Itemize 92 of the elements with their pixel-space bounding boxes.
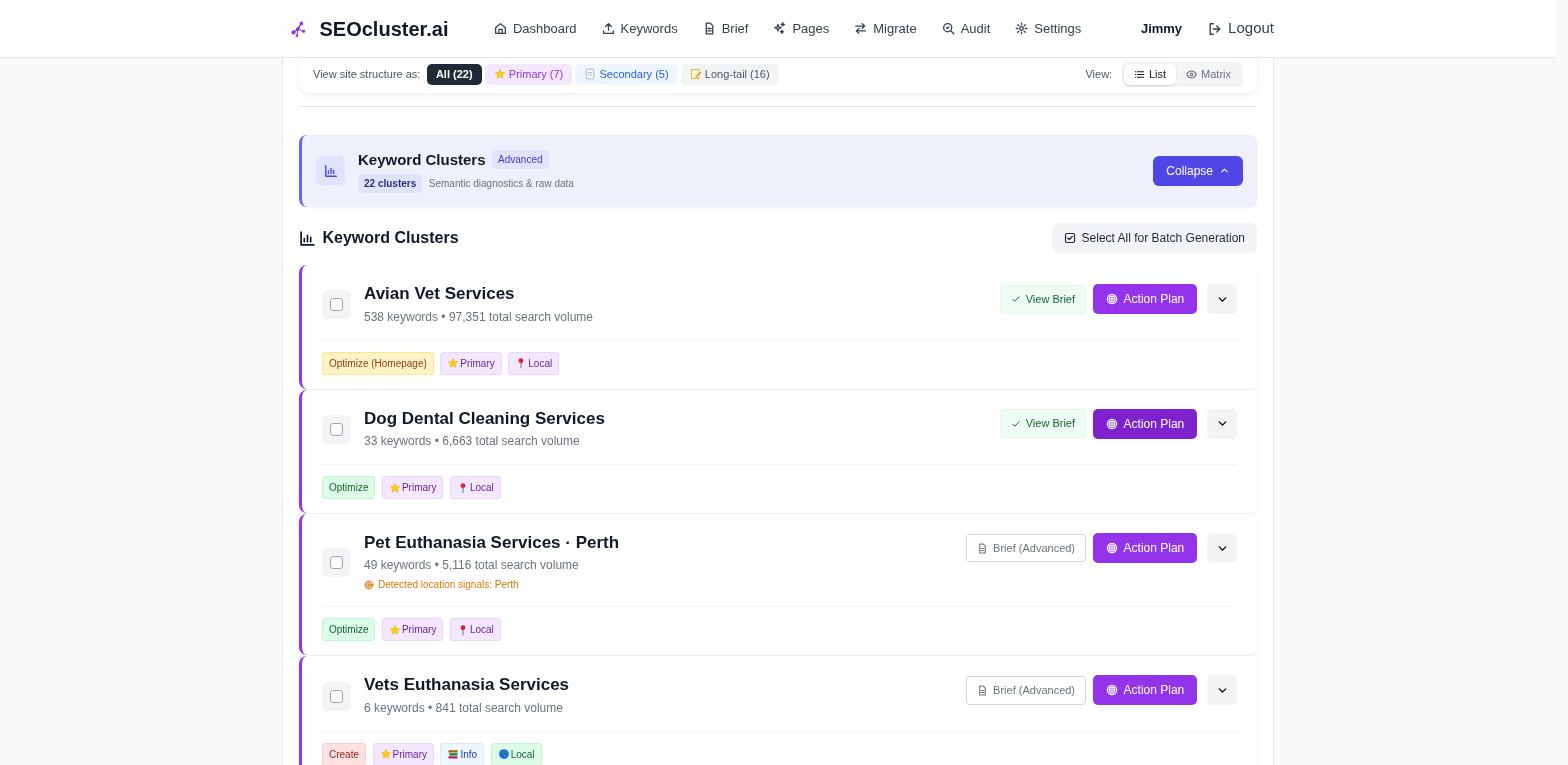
logout-link[interactable]: Logout xyxy=(1208,17,1274,40)
action-plan-button[interactable]: Action Plan xyxy=(1092,533,1198,564)
brief-button[interactable]: View Brief xyxy=(999,285,1087,314)
collapse-button[interactable]: Collapse xyxy=(1153,155,1243,186)
section-title: Keyword Clusters xyxy=(322,228,459,249)
cluster-tag: Primary xyxy=(381,476,444,500)
list-icon xyxy=(1133,68,1145,80)
view-option[interactable]: List xyxy=(1123,64,1177,85)
view-option[interactable]: Matrix xyxy=(1176,64,1241,85)
memo-icon xyxy=(689,68,702,81)
page-icon xyxy=(584,68,597,81)
action-plan-button[interactable]: Action Plan xyxy=(1092,284,1198,315)
filter-chip[interactable]: Primary (7) xyxy=(484,64,573,85)
checkbox[interactable] xyxy=(330,689,343,703)
star-icon xyxy=(379,748,392,761)
select-all-button[interactable]: Select All for Batch Generation xyxy=(1051,223,1257,254)
chart-icon xyxy=(299,229,316,247)
brand-name[interactable]: SEOcluster.ai xyxy=(319,13,449,44)
expand-button[interactable] xyxy=(1207,408,1237,439)
checkbox[interactable] xyxy=(330,422,343,436)
cluster-tag: Local xyxy=(508,351,560,375)
nav-link[interactable]: Dashboard xyxy=(493,18,577,39)
cluster-tag: Optimize (Homepage) xyxy=(322,351,434,375)
panel-subtitle: Semantic diagnostics & raw data xyxy=(428,177,574,192)
eye-icon xyxy=(1186,68,1198,80)
cluster-tag: Primary xyxy=(372,742,434,765)
cluster-count: 22 clusters xyxy=(358,174,423,194)
cluster-tag: Create xyxy=(322,742,366,765)
cluster-stats: 33 keywords • 6,663 total search volume xyxy=(364,433,581,451)
location-note: Detected location signals: Perth xyxy=(378,578,519,593)
filter-chip[interactable]: All (22) xyxy=(426,64,482,85)
brief-button[interactable]: View Brief xyxy=(999,409,1087,438)
logout-icon xyxy=(1208,21,1223,36)
target-icon xyxy=(1105,542,1118,555)
nav-link[interactable]: Brief xyxy=(702,18,749,39)
expand-button[interactable] xyxy=(1207,675,1237,706)
cluster-tag: Primary xyxy=(381,618,444,642)
cluster-title: Pet Euthanasia Services · Perth xyxy=(364,533,620,554)
checkbox-icon xyxy=(1063,232,1076,245)
target-icon xyxy=(1105,684,1118,697)
target-icon xyxy=(1105,417,1118,430)
cluster-tag: Optimize xyxy=(322,618,376,642)
settings-icon xyxy=(1015,22,1029,35)
home-icon xyxy=(493,22,507,35)
nav-link[interactable]: Audit xyxy=(941,18,991,39)
star-icon xyxy=(493,68,506,81)
cluster-title: Avian Vet Services xyxy=(364,284,516,305)
checkbox[interactable] xyxy=(330,298,343,312)
cluster-tag: Primary xyxy=(440,351,502,375)
action-plan-button[interactable]: Action Plan xyxy=(1092,675,1198,706)
nav-link[interactable]: Keywords xyxy=(601,18,678,39)
cluster-tag: Local xyxy=(449,476,501,500)
document-icon xyxy=(977,684,989,696)
document-icon xyxy=(977,542,989,554)
brief-button[interactable]: Brief (Advanced) xyxy=(966,676,1087,705)
cluster-title: Dog Dental Cleaning Services xyxy=(364,408,605,430)
upload-icon xyxy=(601,22,615,35)
structure-label: View site structure as: xyxy=(313,67,421,82)
action-plan-button[interactable]: Action Plan xyxy=(1092,408,1198,439)
nav-link[interactable]: Pages xyxy=(773,18,830,39)
advanced-tag: Advanced xyxy=(492,150,549,170)
star-icon xyxy=(388,623,401,636)
view-label: View: xyxy=(1085,67,1113,82)
checkbox[interactable] xyxy=(330,556,343,570)
target-icon xyxy=(1105,293,1118,306)
filter-chip[interactable]: Secondary (5) xyxy=(575,64,678,85)
arrows-icon xyxy=(854,22,868,35)
cluster-tag: Local xyxy=(490,742,542,765)
expand-button[interactable] xyxy=(1207,284,1237,315)
sparkle-icon xyxy=(773,22,787,35)
check-icon xyxy=(1010,418,1021,429)
cluster-tag: Info xyxy=(440,742,485,765)
brief-button[interactable]: Brief (Advanced) xyxy=(966,533,1087,563)
check-icon xyxy=(1010,294,1021,305)
cluster-title: Vets Euthanasia Services xyxy=(364,675,570,696)
cluster-stats: 6 keywords • 841 total search volume xyxy=(364,699,564,717)
cluster-stats: 538 keywords • 97,351 total search volume xyxy=(364,308,593,326)
books-icon xyxy=(447,748,460,761)
cluster-tag: Local xyxy=(449,618,501,642)
cluster-tag: Optimize xyxy=(322,476,376,500)
cluster-stats: 49 keywords • 5,116 total search volume xyxy=(364,557,580,575)
star-icon xyxy=(447,357,460,370)
nav-link[interactable]: Settings xyxy=(1015,18,1082,39)
panel-title: Keyword Clusters xyxy=(358,149,486,170)
star-icon xyxy=(388,481,401,494)
nav-link[interactable]: Migrate xyxy=(854,18,917,39)
chart-icon xyxy=(316,156,345,186)
user-name: Jimmy xyxy=(1140,19,1183,38)
globe-icon xyxy=(497,748,510,761)
search-icon xyxy=(941,22,955,35)
expand-button[interactable] xyxy=(1207,533,1237,564)
filter-chip[interactable]: Long-tail (16) xyxy=(680,64,779,85)
